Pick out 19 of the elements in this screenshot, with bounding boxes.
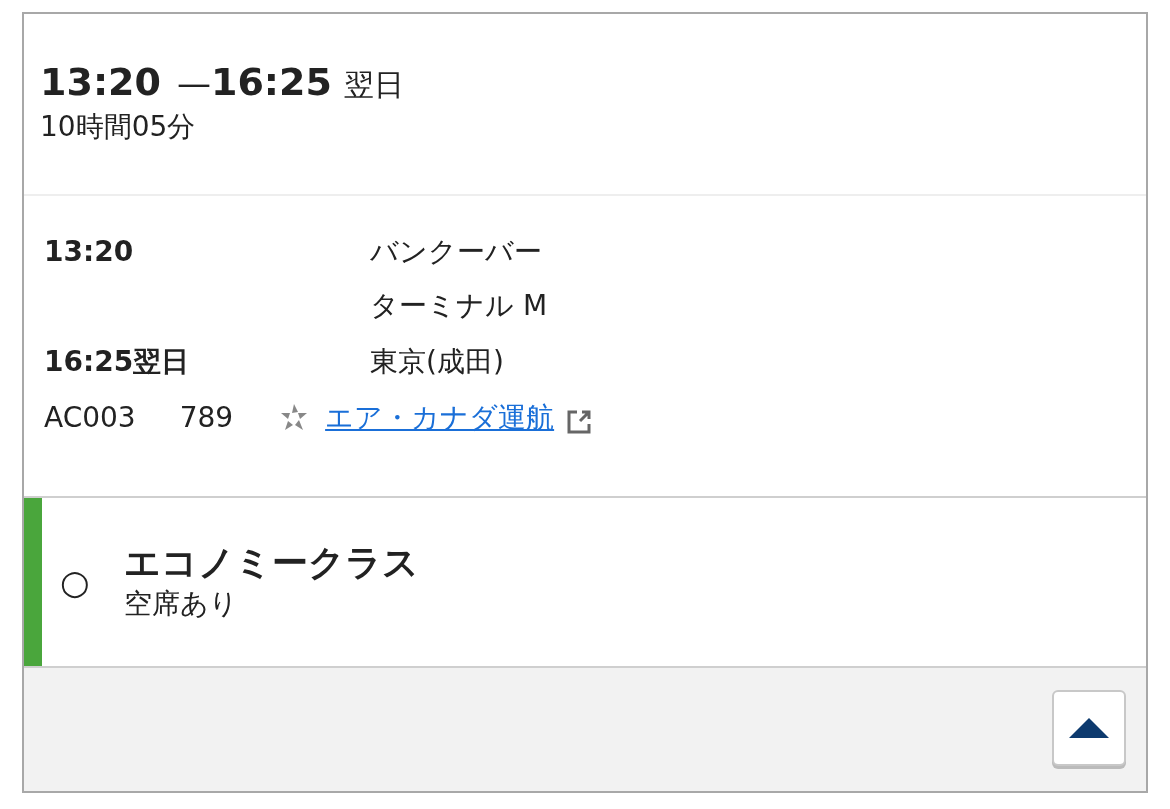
arrival-time: 16:25 [210, 60, 332, 104]
terminal-label: ターミナル M [370, 288, 548, 324]
airport-name: バンクーバー [370, 234, 543, 270]
flight-number: AC003 [44, 400, 136, 436]
segment-time: 13:20 [44, 234, 135, 270]
time-separator: — [176, 62, 211, 105]
departure-time: 13:20 [40, 60, 161, 104]
next-day-label: 翌日 [343, 66, 404, 104]
scroll-top-button[interactable] [1052, 690, 1126, 766]
up-triangle-icon [1069, 718, 1109, 738]
availability-symbol: ○ [60, 560, 91, 604]
airport-name: 東京(成田) [370, 344, 504, 380]
segment-time: 16:25翌日 [44, 344, 191, 380]
duration: 10時間05分 [40, 109, 197, 145]
fare-class-name: エコノミークラス [124, 541, 419, 585]
operator-link[interactable]: エア・カナダ運航 [325, 398, 555, 438]
external-link-icon [566, 409, 593, 435]
aircraft-type: 789 [179, 400, 234, 436]
availability-label: 空席あり [124, 586, 239, 622]
